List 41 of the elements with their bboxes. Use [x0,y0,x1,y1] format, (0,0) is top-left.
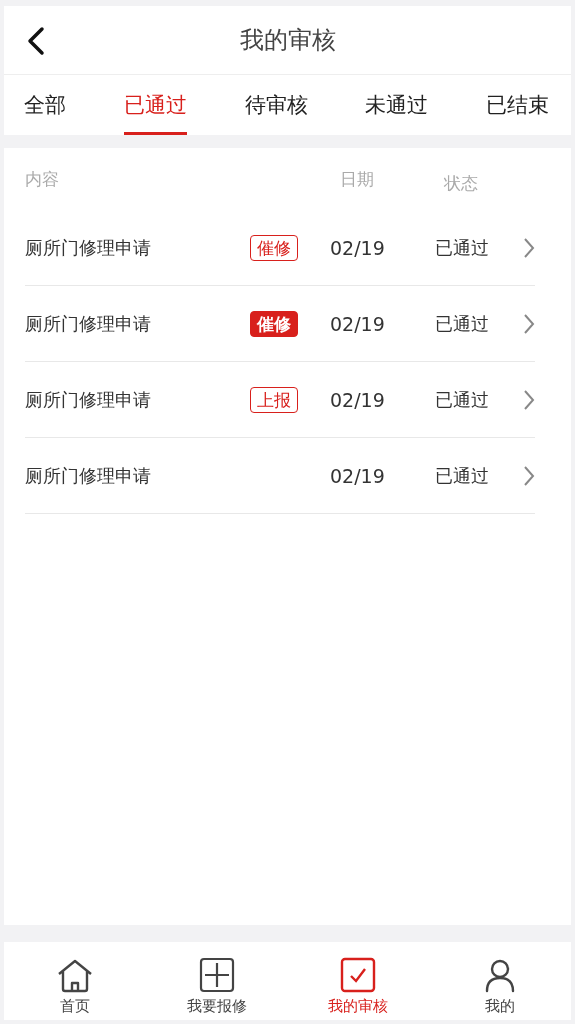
column-header: 日期 [340,167,375,191]
item-date: 02/19 [330,464,386,487]
nav-item[interactable]: 我的 [429,942,571,1020]
nav-item[interactable]: 首页 [4,942,146,1020]
tag: 上报 [250,386,298,413]
item-title: 厕所门修理申请 [25,311,152,336]
chevron-right-icon [523,388,535,411]
item-title: 厕所门修理申请 [25,387,152,412]
back-icon[interactable] [26,26,46,56]
list-item[interactable]: 厕所门修理申请 02/19 已通过 [25,438,535,514]
tab[interactable]: 已通过 [123,75,187,135]
list-item[interactable]: 厕所门修理申请 催修 02/19 已通过 [25,286,535,362]
tab[interactable]: 待审核 [244,75,308,138]
item-date: 02/19 [330,236,386,259]
plus-square-icon [198,957,235,993]
item-title: 厕所门修理申请 [25,463,152,488]
tab[interactable]: 未通过 [365,75,429,138]
column-header: 状态 [444,171,478,195]
tag: 催修 [250,234,298,261]
item-date: 02/19 [330,388,386,411]
checkbox-icon [340,957,377,993]
tag: 催修 [250,310,298,337]
item-title: 厕所门修理申请 [25,235,152,260]
column-header: 内容 [25,167,60,191]
home-icon [56,959,93,993]
list-item[interactable]: 厕所门修理申请 催修 02/19 已通过 [25,210,535,286]
user-icon [485,959,516,993]
item-status: 已通过 [435,235,490,260]
tab[interactable]: 全部 [24,75,66,138]
nav-item[interactable]: 我要报修 [145,942,288,1020]
chevron-right-icon [523,464,535,487]
item-status: 已通过 [435,387,490,412]
chevron-right-icon [523,236,535,259]
item-status: 已通过 [435,311,490,336]
item-status: 已通过 [435,463,490,488]
tab[interactable]: 已结束 [486,75,549,138]
item-date: 02/19 [330,312,386,335]
nav-item[interactable]: 我的审核 [287,942,430,1020]
list-item[interactable]: 厕所门修理申请 上报 02/19 已通过 [25,362,535,438]
page-title: 我的审核 [239,25,336,56]
chevron-right-icon [523,312,535,335]
